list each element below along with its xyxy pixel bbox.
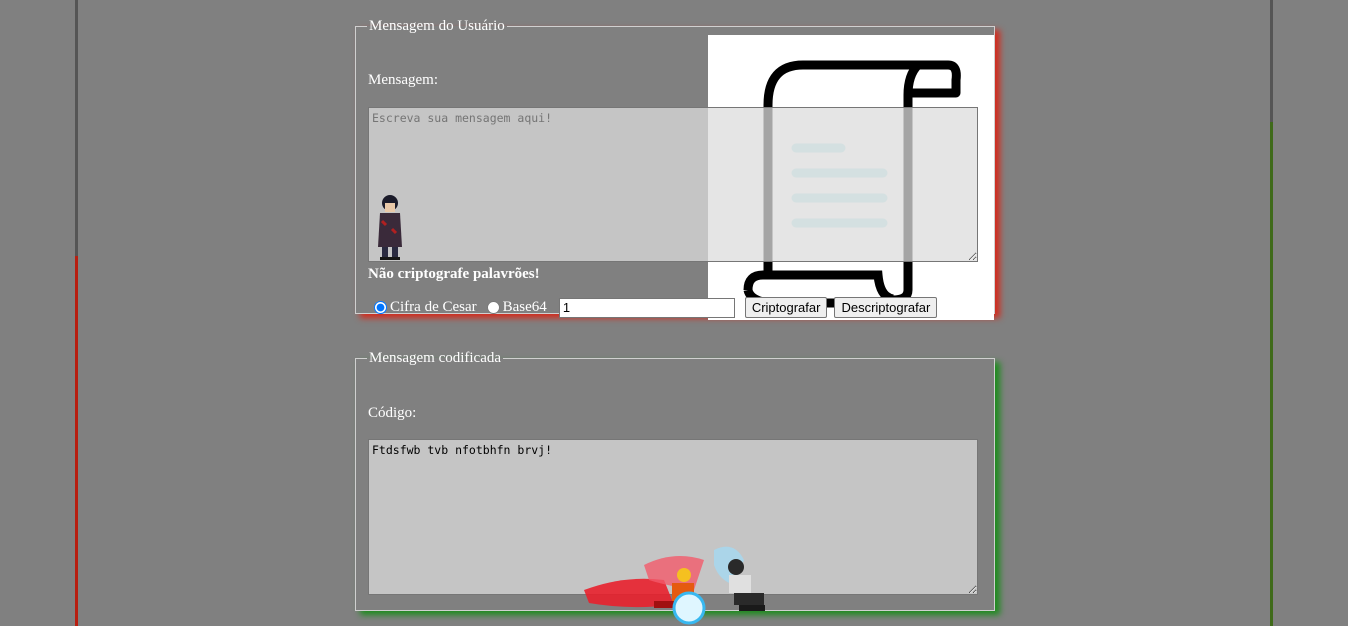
- ninja-character-icon: [378, 195, 402, 260]
- encrypt-button[interactable]: Criptografar: [744, 297, 828, 318]
- message-label: Mensagem:: [368, 72, 438, 88]
- code-label: Código:: [368, 405, 417, 421]
- coded-message-legend: Mensagem codificada: [369, 350, 502, 366]
- decrypt-button[interactable]: Descriptografar: [834, 297, 938, 318]
- right-border-line: [1270, 0, 1273, 122]
- caesar-radio[interactable]: [374, 301, 387, 314]
- user-message-fieldset: Mensagem do Usuário Mensagem: Escreva su…: [355, 18, 995, 320]
- right-border-line-green: [1270, 122, 1273, 626]
- coded-message-fieldset: Mensagem codificada Código: Ftdsfwb tvb …: [355, 350, 995, 625]
- fighters-sprite-icon: [584, 546, 765, 625]
- message-textarea[interactable]: [368, 107, 978, 262]
- base64-option[interactable]: Base64: [486, 299, 547, 316]
- base64-label: Base64: [502, 299, 547, 315]
- cipher-controls: Cifra de Cesar Base64 Criptografar Descr…: [374, 297, 944, 318]
- user-message-legend: Mensagem do Usuário: [369, 18, 505, 34]
- warning-text: Não criptografe palavrões!: [368, 266, 540, 282]
- caesar-option[interactable]: Cifra de Cesar: [374, 299, 477, 316]
- left-border-line-red: [75, 256, 78, 626]
- left-border-line: [75, 0, 78, 256]
- base64-radio[interactable]: [486, 301, 500, 314]
- page: Mensagem do Usuário Mensagem: Escreva su…: [0, 0, 1348, 626]
- caesar-label: Cifra de Cesar: [390, 299, 477, 315]
- key-input[interactable]: [558, 297, 735, 318]
